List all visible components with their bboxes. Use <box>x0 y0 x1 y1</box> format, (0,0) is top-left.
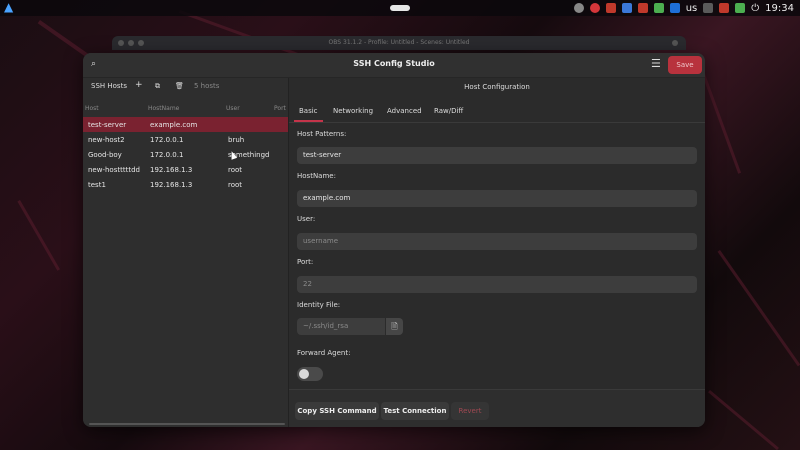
power-icon[interactable]: ⏻ <box>751 3 759 14</box>
port-label: Port: <box>297 258 314 266</box>
window-close-icon[interactable] <box>118 40 124 46</box>
host-count: 5 hosts <box>194 82 220 90</box>
test-connection-button[interactable]: Test Connection <box>381 402 449 420</box>
column-header-hostname[interactable]: HostName <box>148 105 179 112</box>
sidebar-title: SSH Hosts <box>91 82 127 90</box>
clock[interactable]: 19:34 <box>765 3 794 14</box>
host-table-rows: test-server example.com new-host2 172.0.… <box>83 117 288 192</box>
volume-icon[interactable] <box>653 3 664 13</box>
window-minimize-icon[interactable] <box>128 40 134 46</box>
cell-host: new-hostttttdd <box>88 166 140 174</box>
cell-hostname: 172.0.0.1 <box>150 151 184 159</box>
system-top-bar: ▲ us ⏻ 19:34 <box>0 0 800 16</box>
port-input[interactable]: 22 <box>297 276 697 293</box>
app-tray-icon[interactable] <box>605 3 616 13</box>
forward-agent-label: Forward Agent: <box>297 349 351 357</box>
tab-advanced[interactable]: Advanced <box>387 107 422 115</box>
file-browse-icon[interactable]: 🗎 <box>386 318 403 335</box>
cell-user: root <box>228 166 243 174</box>
cell-hostname: example.com <box>150 121 198 129</box>
tab-networking[interactable]: Networking <box>333 107 373 115</box>
copy-ssh-command-button[interactable]: Copy SSH Command <box>295 402 379 420</box>
wallpaper-streak <box>708 390 779 450</box>
wifi-icon[interactable] <box>719 3 730 13</box>
battery-icon[interactable] <box>735 3 746 13</box>
column-header-user[interactable]: User <box>226 105 240 112</box>
arch-logo-icon[interactable]: ▲ <box>4 1 16 14</box>
system-tray: us ⏻ 19:34 <box>573 0 794 16</box>
obs-window-titlebar[interactable]: OBS 31.1.2 - Profile: Untitled - Scenes:… <box>112 36 686 50</box>
host-patterns-label: Host Patterns: <box>297 130 347 138</box>
host-list-panel: SSH Hosts + ⧉ 🗑 5 hosts Host HostName Us… <box>83 78 289 427</box>
app-tray-icon[interactable] <box>573 3 584 13</box>
horizontal-scrollbar[interactable] <box>89 423 285 425</box>
revert-button[interactable]: Revert <box>451 402 489 420</box>
tab-raw-diff[interactable]: Raw/Diff <box>434 107 463 115</box>
cell-hostname: 192.168.1.3 <box>150 166 193 174</box>
save-button[interactable]: Save <box>668 56 702 74</box>
hamburger-menu-icon[interactable]: ☰ <box>651 57 661 70</box>
host-config-panel: Host Configuration Basic Networking Adva… <box>289 78 705 427</box>
host-list-toolbar: SSH Hosts + ⧉ 🗑 5 hosts <box>83 78 288 97</box>
table-row[interactable]: new-host2 172.0.0.1 bruh <box>83 132 288 147</box>
table-row[interactable]: Good-boy 172.0.0.1 somethingd <box>83 147 288 162</box>
cell-user: bruh <box>228 136 245 144</box>
column-header-host[interactable]: Host <box>85 105 99 112</box>
header-bar: ⌕ SSH Config Studio ☰ Save <box>83 53 705 78</box>
app-tray-icon[interactable] <box>621 3 632 13</box>
toggle-knob <box>299 369 309 379</box>
ssh-config-window: ⌕ SSH Config Studio ☰ Save SSH Hosts + ⧉… <box>83 53 705 427</box>
user-label: User: <box>297 215 316 223</box>
identity-file-input[interactable]: ~/.ssh/id_rsa <box>297 318 385 335</box>
table-row[interactable]: test1 192.168.1.3 root <box>83 177 288 192</box>
wallpaper-streak <box>17 200 60 271</box>
config-tabs: Basic Networking Advanced Raw/Diff <box>289 102 705 123</box>
user-input[interactable]: username <box>297 233 697 250</box>
window-control-icon[interactable] <box>672 40 678 46</box>
window-maximize-icon[interactable] <box>138 40 144 46</box>
host-table-header: Host HostName User Port <box>83 103 288 115</box>
table-row[interactable]: test-server example.com <box>83 117 288 132</box>
cell-host: new-host2 <box>88 136 125 144</box>
cell-host: test-server <box>88 121 127 129</box>
cell-host: test1 <box>88 181 106 189</box>
hostname-input[interactable]: example.com <box>297 190 697 207</box>
forward-agent-toggle[interactable] <box>297 367 323 381</box>
keyboard-layout[interactable]: us <box>686 3 698 14</box>
duplicate-host-icon[interactable]: ⧉ <box>155 82 160 91</box>
cell-host: Good-boy <box>88 151 122 159</box>
cell-user: root <box>228 181 243 189</box>
network-icon[interactable] <box>703 3 714 13</box>
column-header-port[interactable]: Port <box>274 105 286 112</box>
identity-file-label: Identity File: <box>297 301 341 309</box>
wallpaper-streak <box>717 250 800 367</box>
app-tray-icon[interactable] <box>637 3 648 13</box>
cell-hostname: 172.0.0.1 <box>150 136 184 144</box>
action-footer: Copy SSH Command Test Connection Revert <box>289 389 705 427</box>
tab-basic[interactable]: Basic <box>294 107 322 122</box>
workspace-indicator[interactable] <box>390 5 410 11</box>
record-icon[interactable] <box>589 3 600 13</box>
app-title: SSH Config Studio <box>353 59 435 68</box>
cell-hostname: 192.168.1.3 <box>150 181 193 189</box>
hostname-label: HostName: <box>297 172 336 180</box>
add-host-icon[interactable]: + <box>135 80 143 90</box>
table-row[interactable]: new-hostttttdd 192.168.1.3 root <box>83 162 288 177</box>
bluetooth-icon[interactable] <box>669 3 680 13</box>
delete-host-icon[interactable]: 🗑 <box>175 82 184 90</box>
host-patterns-input[interactable]: test-server <box>297 147 697 164</box>
config-heading: Host Configuration <box>464 83 530 91</box>
obs-window-title: OBS 31.1.2 - Profile: Untitled - Scenes:… <box>328 39 470 46</box>
